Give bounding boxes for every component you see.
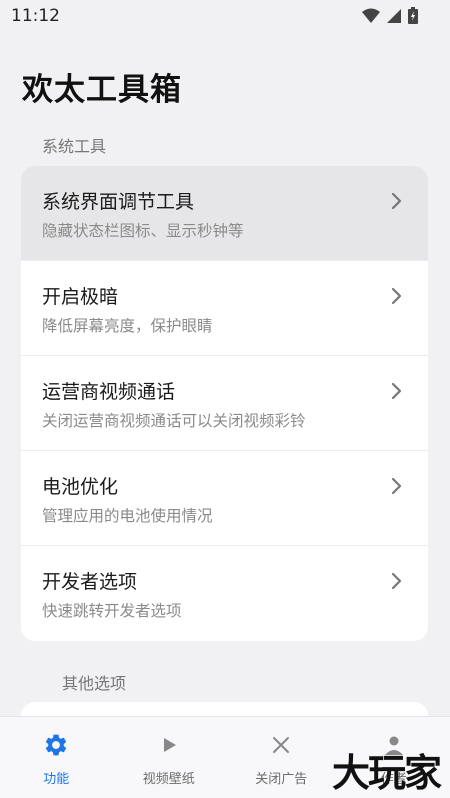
gear-icon [43,732,69,758]
list-item-extra-dim[interactable]: 开启极暗 降低屏幕亮度，保护眼睛 [21,261,428,356]
nav-label: 功能 [43,768,69,787]
chevron-right-icon [389,382,403,400]
signal-icon [386,8,402,24]
battery-icon [408,7,418,24]
chevron-right-icon [389,572,403,590]
chevron-right-icon [389,192,403,210]
page-title: 欢太工具箱 [22,64,182,109]
status-time: 11:12 [11,6,60,26]
item-title: 系统界面调节工具 [42,187,194,214]
list-item-system-ui-tuner[interactable]: 系统界面调节工具 隐藏状态栏图标、显示秒钟等 [21,166,428,261]
play-icon [156,732,182,758]
chevron-right-icon [389,287,403,305]
system-tools-card: 系统界面调节工具 隐藏状态栏图标、显示秒钟等 开启极暗 降低屏幕亮度，保护眼睛 … [21,166,428,641]
item-subtitle: 管理应用的电池使用情况 [42,504,213,526]
section-header-system-tools: 系统工具 [42,133,106,157]
nav-label: 视频壁纸 [143,768,195,787]
wifi-icon [362,8,380,24]
item-title: 开启极暗 [42,282,118,309]
list-item-battery-optimization[interactable]: 电池优化 管理应用的电池使用情况 [21,451,428,546]
nav-tab-video-wallpaper[interactable]: 视频壁纸 [113,717,226,798]
list-item-carrier-video-call[interactable]: 运营商视频通话 关闭运营商视频通话可以关闭视频彩铃 [21,356,428,451]
close-icon [268,732,294,758]
status-bar: 11:12 [0,0,450,34]
section-header-other-options: 其他选项 [62,670,126,694]
item-subtitle: 快速跳转开发者选项 [42,599,182,621]
list-item-developer-options[interactable]: 开发者选项 快速跳转开发者选项 [21,546,428,641]
chevron-right-icon [389,477,403,495]
item-subtitle: 降低屏幕亮度，保护眼睛 [42,314,213,336]
nav-label: 关闭广告 [255,768,307,787]
item-subtitle: 关闭运营商视频通话可以关闭视频彩铃 [42,409,306,431]
item-title: 运营商视频通话 [42,377,175,404]
nav-tab-features[interactable]: 功能 [0,717,113,798]
item-title: 电池优化 [42,472,118,499]
item-subtitle: 隐藏状态栏图标、显示秒钟等 [42,219,244,241]
item-title: 开发者选项 [42,567,137,594]
status-icons [362,7,418,24]
nav-tab-close-ads[interactable]: 关闭广告 [225,717,338,798]
watermark-logo: 大玩家 [332,742,440,797]
